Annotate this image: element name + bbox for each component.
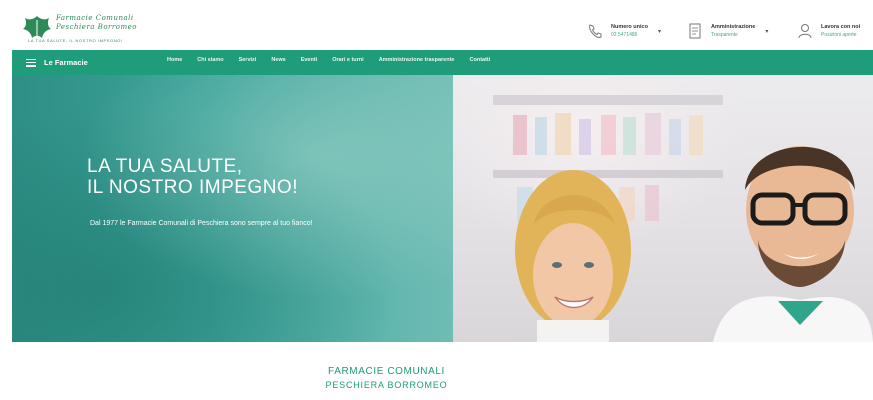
user-icon xyxy=(798,24,812,39)
nav-link-orari[interactable]: Orari e turni xyxy=(332,57,363,63)
hero-subtitle: Dal 1977 le Farmacie Comunali di Peschie… xyxy=(90,220,313,227)
admin-value[interactable]: Trasparente xyxy=(711,32,755,38)
hero-banner: LA TUA SALUTE, IL NOSTRO IMPEGNO! Dal 19… xyxy=(12,75,873,342)
pharmacists-photo xyxy=(493,95,873,342)
intro-title: FARMACIE COMUNALI xyxy=(328,366,445,377)
chevron-down-icon[interactable]: ▾ xyxy=(765,28,768,35)
logo-line-2: Peschiera Borromeo xyxy=(56,23,137,31)
hero-title-line-1: LA TUA SALUTE, xyxy=(87,156,243,177)
main-nav: Le Farmacie Home Chi siamo Servizi News … xyxy=(12,50,873,75)
document-icon xyxy=(689,23,701,39)
hamburger-icon xyxy=(26,58,36,67)
phone-value[interactable]: 02 5471486 xyxy=(611,32,648,38)
phone-icon xyxy=(589,24,602,38)
hero-title-line-2: IL NOSTRO IMPEGNO! xyxy=(87,177,298,198)
leaf-logo-icon xyxy=(23,16,51,38)
menu-toggle[interactable]: Le Farmacie xyxy=(26,55,88,70)
hero-title: LA TUA SALUTE, IL NOSTRO IMPEGNO! xyxy=(87,156,298,198)
nav-link-contatti[interactable]: Contatti xyxy=(470,57,491,63)
jobs-block[interactable]: Lavora con noi Posizioni aperte xyxy=(797,20,860,42)
admin-title: Amministrazione xyxy=(711,24,756,30)
logo-line-1: Farmacie Comunali xyxy=(56,14,134,22)
nav-link-chi-siamo[interactable]: Chi siamo xyxy=(197,57,223,63)
top-header: Farmacie Comunali Peschiera Borromeo La … xyxy=(12,8,873,50)
nav-link-eventi[interactable]: Eventi xyxy=(301,57,318,63)
hero-teal-panel xyxy=(12,75,453,342)
nav-links: Home Chi siamo Servizi News Eventi Orari… xyxy=(167,57,505,63)
jobs-title: Lavora con noi xyxy=(821,24,861,30)
nav-link-news[interactable]: News xyxy=(271,57,285,63)
site-logo[interactable]: Farmacie Comunali Peschiera Borromeo La … xyxy=(22,12,162,46)
nav-link-home[interactable]: Home xyxy=(167,57,182,63)
intro-subtitle: PESCHIERA BORROMEO xyxy=(325,380,448,390)
nav-brand: Le Farmacie xyxy=(44,58,88,67)
nav-link-amministrazione[interactable]: Amministrazione trasparente xyxy=(379,57,455,63)
jobs-value[interactable]: Posizioni aperte xyxy=(821,32,860,38)
hero-photo xyxy=(453,75,873,342)
page: Farmacie Comunali Peschiera Borromeo La … xyxy=(12,8,873,400)
nav-link-servizi[interactable]: Servizi xyxy=(239,57,257,63)
phone-block[interactable]: Numero unico 02 5471486 ▾ xyxy=(587,20,661,42)
admin-block[interactable]: Amministrazione Trasparente ▾ xyxy=(687,20,768,42)
chevron-down-icon[interactable]: ▾ xyxy=(658,28,661,35)
logo-tagline: La tua salute, il nostro impegno! xyxy=(28,38,123,43)
phone-title: Numero unico xyxy=(611,24,648,30)
